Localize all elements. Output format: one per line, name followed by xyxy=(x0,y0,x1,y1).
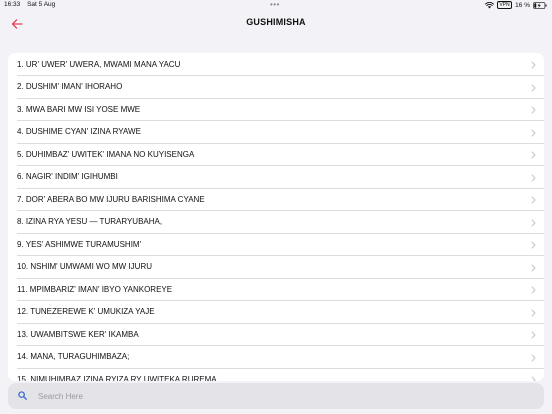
list-item[interactable]: 14. MANA, TURAGUHIMBAZA; xyxy=(8,346,544,369)
list-item-label: 3. MWA BARI MW ISI YOSE MWE xyxy=(17,104,141,114)
list-item-label: 11. MPIMBARIZ' IMAN' IBYO YANKOREYE xyxy=(17,284,173,294)
list-item[interactable]: 11. MPIMBARIZ' IMAN' IBYO YANKOREYE xyxy=(8,278,544,301)
list-item[interactable]: 9. YES' ASHIMWE TURAMUSHIM' xyxy=(8,233,544,256)
list-item[interactable]: 10. NSHIM' UMWAMI WO MW IJURU xyxy=(8,256,544,279)
list-item[interactable]: 6. NAGIR' INDIM' IGIHUMBI xyxy=(8,166,544,189)
vpn-badge: VPN xyxy=(496,1,513,9)
list-item[interactable]: 1. UR' UWER' UWERA, MWAMI MANA YACU xyxy=(8,53,544,76)
list-item-label: 4. DUSHIME CYAN' IZINA RYAWE xyxy=(17,127,141,137)
page-title: GUSHIMISHA xyxy=(246,17,306,27)
list-item[interactable]: 2. DUSHIM' IMAN' IHORAHO xyxy=(8,76,544,99)
chevron-right-icon xyxy=(531,331,536,339)
list-item-label: 10. NSHIM' UMWAMI WO MW IJURU xyxy=(17,262,152,272)
search-bar xyxy=(8,383,544,409)
song-list: 1. UR' UWER' UWERA, MWAMI MANA YACU 2. DU… xyxy=(8,53,544,381)
list-item-label: 9. YES' ASHIMWE TURAMUSHIM' xyxy=(17,239,142,249)
status-bar: 16:33 Sat 5 Aug ••• VPN 16 % xyxy=(0,0,552,11)
list-item[interactable]: 15. NIMUHIMBAZ IZINA RYIZA RY UWITEKA RU… xyxy=(8,368,544,381)
chevron-right-icon xyxy=(531,219,536,226)
chevron-right-icon xyxy=(531,129,536,136)
multitasking-dots[interactable]: ••• xyxy=(270,0,280,9)
status-date: Sat 5 Aug xyxy=(27,1,56,8)
list-item-label: 1. UR' UWER' UWERA, MWAMI MANA YACU xyxy=(17,59,181,69)
chevron-right-icon xyxy=(531,106,536,114)
chevron-right-icon xyxy=(531,84,536,91)
search-icon xyxy=(18,391,27,400)
chevron-right-icon xyxy=(531,286,536,294)
list-item[interactable]: 8. IZINA RYA YESU — TURARYUBAHA, xyxy=(8,211,544,234)
list-item-label: 2. DUSHIM' IMAN' IHORAHO xyxy=(17,82,123,92)
status-time: 16:33 xyxy=(4,1,21,8)
list-item[interactable]: 5. DUHIMBAZ' UWITEK' IMANA NO KUYISENGA xyxy=(8,143,544,166)
list-item[interactable]: 3. MWA BARI MW ISI YOSE MWE xyxy=(8,98,544,121)
list-item-label: 12. TUNEZEREWE K' UMUKIZA YAJE xyxy=(17,307,155,317)
list-item-label: 14. MANA, TURAGUHIMBAZA; xyxy=(17,352,130,362)
chevron-right-icon xyxy=(531,264,536,271)
list-item[interactable]: 12. TUNEZEREWE K' UMUKIZA YAJE xyxy=(8,301,544,324)
chevron-right-icon xyxy=(531,61,536,69)
list-item-label: 13. UWAMBITSWE KER' IKAMBA xyxy=(17,329,139,339)
chevron-right-icon xyxy=(531,241,536,249)
chevron-right-icon xyxy=(531,174,536,181)
search-input[interactable] xyxy=(38,387,518,405)
chevron-right-icon xyxy=(531,376,536,381)
app-window: 16:33 Sat 5 Aug ••• VPN 16 % GUSHIMISHA … xyxy=(0,0,552,414)
chevron-right-icon xyxy=(531,309,536,316)
list-item[interactable]: 4. DUSHIME CYAN' IZINA RYAWE xyxy=(8,121,544,144)
list-item[interactable]: 13. UWAMBITSWE KER' IKAMBA xyxy=(8,323,544,346)
list-item[interactable]: 7. DOR' ABERA BO MW IJURU BARISHIMA CYAN… xyxy=(8,188,544,211)
list-item-label: 8. IZINA RYA YESU — TURARYUBAHA, xyxy=(17,217,163,227)
battery-percent: 16 % xyxy=(515,1,530,9)
list-item-label: 6. NAGIR' INDIM' IGIHUMBI xyxy=(17,172,118,182)
status-time-date: 16:33 Sat 5 Aug xyxy=(4,1,55,8)
navigation-bar: GUSHIMISHA xyxy=(0,11,552,41)
chevron-right-icon xyxy=(531,196,536,204)
list-item-label: 5. DUHIMBAZ' UWITEK' IMANA NO KUYISENGA xyxy=(17,149,195,159)
list-item-label: 7. DOR' ABERA BO MW IJURU BARISHIMA CYAN… xyxy=(17,194,205,204)
chevron-right-icon xyxy=(531,151,536,159)
status-indicators: VPN 16 % xyxy=(484,1,547,9)
battery-charging-icon xyxy=(533,1,547,9)
wifi-icon xyxy=(484,1,494,8)
chevron-right-icon xyxy=(531,354,536,361)
list-item-label: 15. NIMUHIMBAZ IZINA RYIZA RY UWITEKA RU… xyxy=(17,374,217,381)
